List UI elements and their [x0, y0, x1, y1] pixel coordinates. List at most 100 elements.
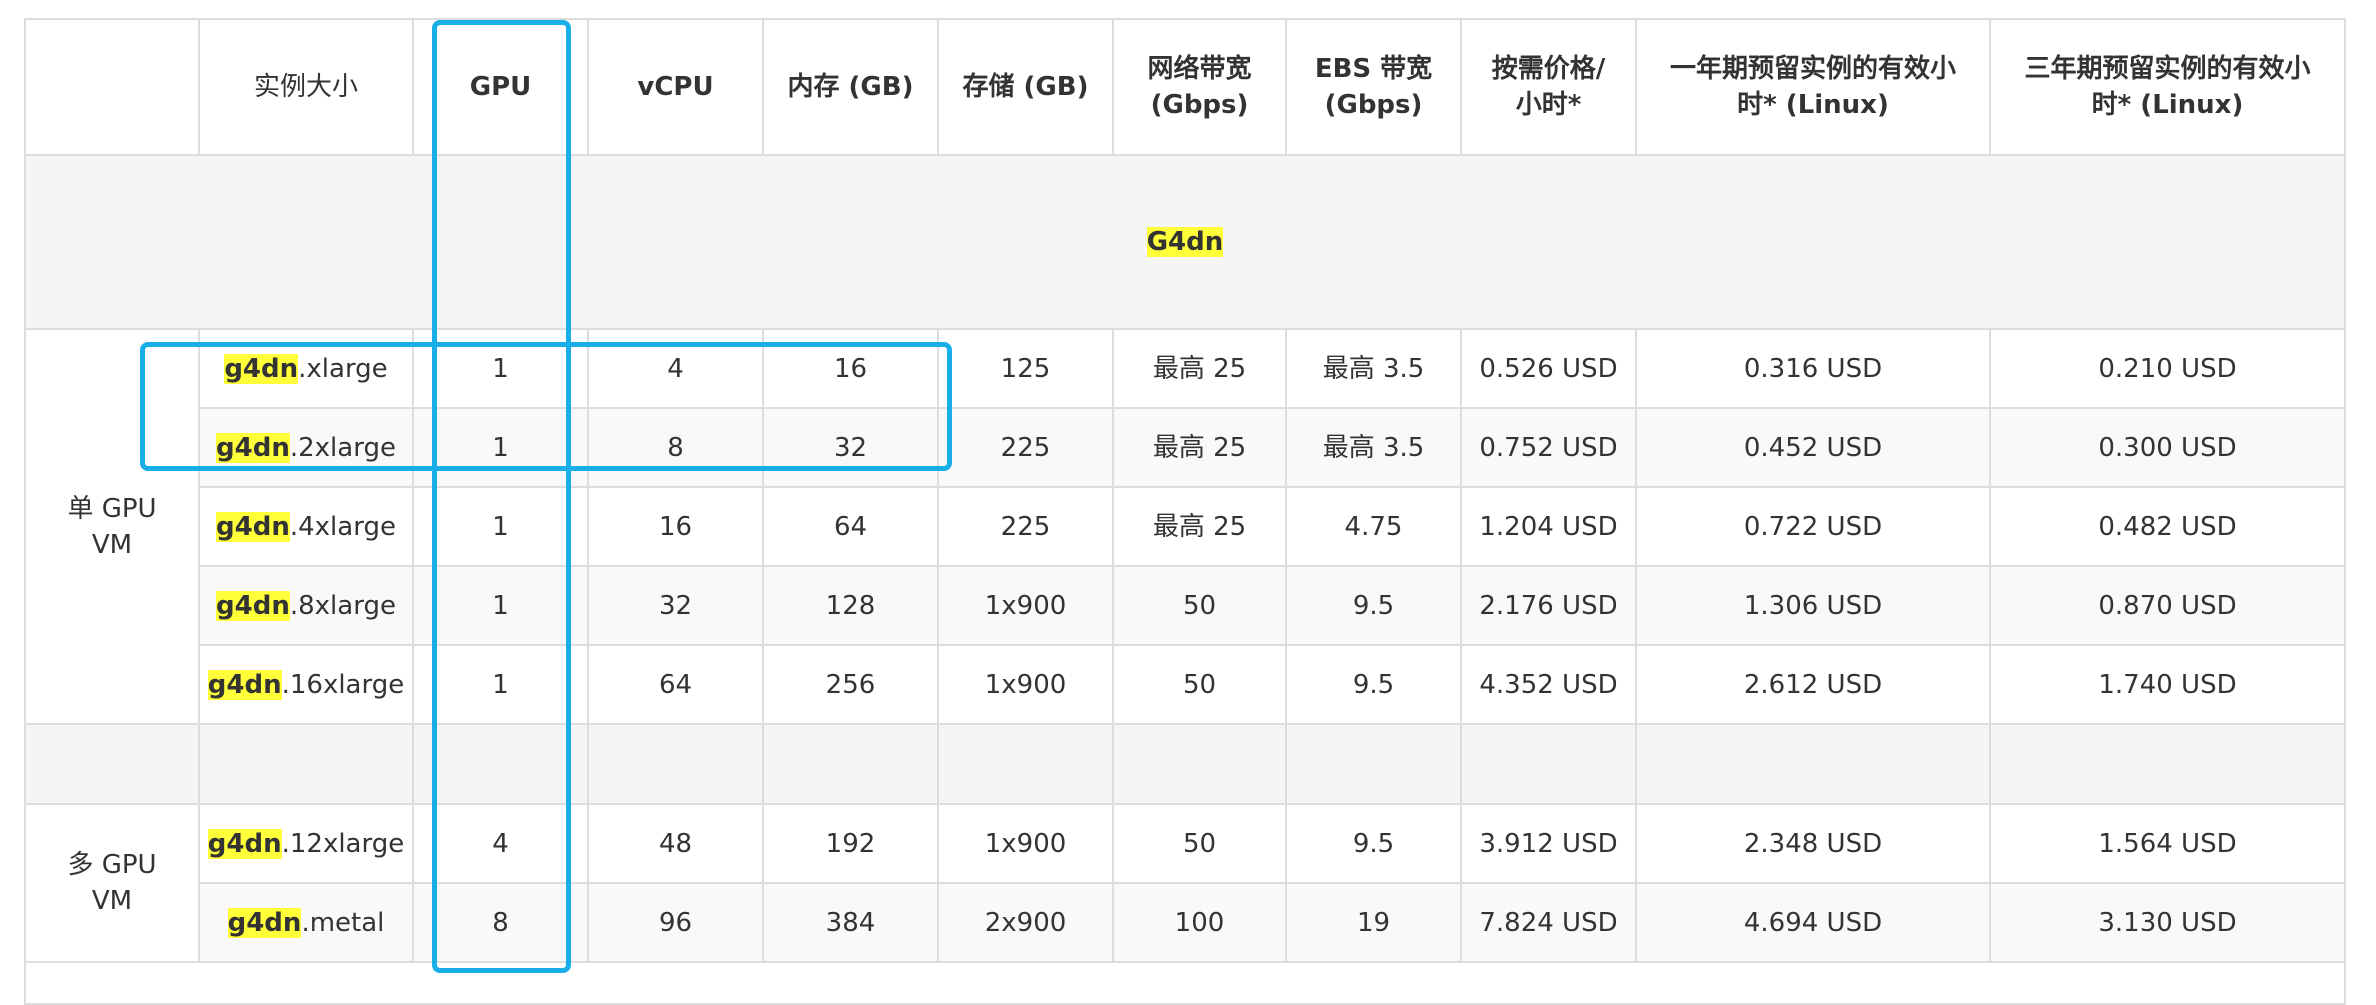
- bottom-cell: [24, 961, 2346, 1005]
- ebs-value: 9.5: [1285, 803, 1462, 884]
- ondemand-value: 2.176 USD: [1460, 565, 1637, 646]
- ri1-value: 0.316 USD: [1635, 328, 1991, 409]
- spacer-cell: [1112, 723, 1287, 805]
- table-row: g4dn.8xlarge 1 32 128 1x900 50 9.5 2.176…: [25, 565, 2346, 646]
- header-gpu: GPU: [412, 18, 589, 156]
- ebs-value: 9.5: [1285, 565, 1462, 646]
- header-1yr-reserved: 一年期预留实例的有效小 时* (Linux): [1635, 18, 1991, 156]
- vcpu-value: 64: [587, 644, 764, 725]
- ri3-value: 0.300 USD: [1989, 407, 2346, 488]
- storage-value: 2x900: [937, 882, 1114, 963]
- table-row: g4dn.metal 8 96 384 2x900 100 19 7.824 U…: [25, 882, 2346, 963]
- storage-value: 125: [937, 328, 1114, 409]
- family-section-row: G4dn: [24, 154, 2346, 330]
- vcpu-value: 16: [587, 486, 764, 567]
- family-title-cell: G4dn: [24, 154, 2346, 330]
- table-row: 单 GPU VM g4dn.xlarge 1 4 16 125 最高 25 最高 …: [24, 328, 2346, 725]
- table-row: g4dn.2xlarge 1 8 32 225 最高 25 最高 3.5 0.7…: [25, 407, 2346, 488]
- header-storage: 存储 (GB): [937, 18, 1114, 156]
- storage-value: 1x900: [937, 565, 1114, 646]
- spacer-cell: [762, 723, 939, 805]
- ondemand-value: 1.204 USD: [1460, 486, 1637, 567]
- spacer-cell: [1635, 723, 1991, 805]
- ebs-value: 最高 3.5: [1285, 407, 1462, 488]
- memory-value: 192: [762, 803, 939, 884]
- memory-value: 256: [762, 644, 939, 725]
- header-ebs-bandwidth: EBS 带宽 (Gbps): [1285, 18, 1462, 156]
- header-row: 实例大小 GPU vCPU 内存 (GB) 存储 (GB) 网络带宽 (Gbps)…: [24, 18, 2346, 156]
- memory-value: 32: [762, 407, 939, 488]
- instance-size: g4dn.xlarge: [198, 328, 414, 409]
- spacer-cell: [1285, 723, 1462, 805]
- network-value: 50: [1112, 644, 1287, 725]
- memory-value: 64: [762, 486, 939, 567]
- storage-value: 225: [937, 407, 1114, 488]
- storage-value: 225: [937, 486, 1114, 567]
- spacer-cell: [1460, 723, 1637, 805]
- ondemand-value: 0.752 USD: [1460, 407, 1637, 488]
- header-memory: 内存 (GB): [762, 18, 939, 156]
- ebs-value: 19: [1285, 882, 1462, 963]
- instance-size: g4dn.metal: [198, 882, 414, 963]
- table-row: g4dn.16xlarge 1 64 256 1x900 50 9.5 4.35…: [25, 644, 2346, 725]
- ondemand-value: 7.824 USD: [1460, 882, 1637, 963]
- memory-value: 16: [762, 328, 939, 409]
- vcpu-value: 48: [587, 803, 764, 884]
- header-network-bandwidth: 网络带宽 (Gbps): [1112, 18, 1287, 156]
- gpu-value: 1: [412, 328, 589, 409]
- ri1-value: 4.694 USD: [1635, 882, 1991, 963]
- gpu-value: 8: [412, 882, 589, 963]
- memory-value: 128: [762, 565, 939, 646]
- single-gpu-vm-label: 单 GPU VM: [24, 328, 200, 725]
- vcpu-value: 32: [587, 565, 764, 646]
- g4dn-pricing-table: 实例大小 GPU vCPU 内存 (GB) 存储 (GB) 网络带宽 (Gbps)…: [24, 18, 2346, 1005]
- storage-value: 1x900: [937, 644, 1114, 725]
- ri3-value: 1.564 USD: [1989, 803, 2346, 884]
- table-bottom-row: [24, 961, 2346, 1005]
- network-value: 最高 25: [1112, 407, 1287, 488]
- ri1-value: 0.452 USD: [1635, 407, 1991, 488]
- instance-size: g4dn.2xlarge: [198, 407, 414, 488]
- ebs-value: 最高 3.5: [1285, 328, 1462, 409]
- vcpu-value: 8: [587, 407, 764, 488]
- ri3-value: 1.740 USD: [1989, 644, 2346, 725]
- network-value: 最高 25: [1112, 486, 1287, 567]
- ebs-value: 9.5: [1285, 644, 1462, 725]
- instance-size: g4dn.4xlarge: [198, 486, 414, 567]
- gpu-value: 1: [412, 486, 589, 567]
- spacer-cell: [24, 723, 200, 805]
- header-instance-size: 实例大小: [198, 18, 414, 156]
- instance-size: g4dn.8xlarge: [198, 565, 414, 646]
- multi-gpu-vm-label: 多 GPU VM: [24, 803, 200, 963]
- spacer-cell: [412, 723, 589, 805]
- network-value: 50: [1112, 803, 1287, 884]
- ondemand-value: 4.352 USD: [1460, 644, 1637, 725]
- ri1-value: 0.722 USD: [1635, 486, 1991, 567]
- network-value: 50: [1112, 565, 1287, 646]
- spacer-cell: [198, 723, 414, 805]
- network-value: 100: [1112, 882, 1287, 963]
- spacer-row: [24, 723, 2346, 805]
- table-row: 多 GPU VM g4dn.12xlarge 4 48 192 1x900 50 …: [24, 803, 2346, 963]
- header-vcpu: vCPU: [587, 18, 764, 156]
- spacer-cell: [937, 723, 1114, 805]
- table-row: g4dn.4xlarge 1 16 64 225 最高 25 4.75 1.20…: [25, 486, 2346, 567]
- memory-value: 384: [762, 882, 939, 963]
- gpu-value: 1: [412, 407, 589, 488]
- ondemand-value: 0.526 USD: [1460, 328, 1637, 409]
- ebs-value: 4.75: [1285, 486, 1462, 567]
- ri3-value: 0.870 USD: [1989, 565, 2346, 646]
- ri3-value: 0.210 USD: [1989, 328, 2346, 409]
- ri1-value: 2.348 USD: [1635, 803, 1991, 884]
- spacer-cell: [587, 723, 764, 805]
- spacer-cell: [1989, 723, 2346, 805]
- ri3-value: 3.130 USD: [1989, 882, 2346, 963]
- gpu-value: 1: [412, 644, 589, 725]
- network-value: 最高 25: [1112, 328, 1287, 409]
- header-group: [24, 18, 200, 156]
- header-3yr-reserved: 三年期预留实例的有效小 时* (Linux): [1989, 18, 2346, 156]
- vcpu-value: 4: [587, 328, 764, 409]
- gpu-value: 4: [412, 803, 589, 884]
- vcpu-value: 96: [587, 882, 764, 963]
- ri1-value: 1.306 USD: [1635, 565, 1991, 646]
